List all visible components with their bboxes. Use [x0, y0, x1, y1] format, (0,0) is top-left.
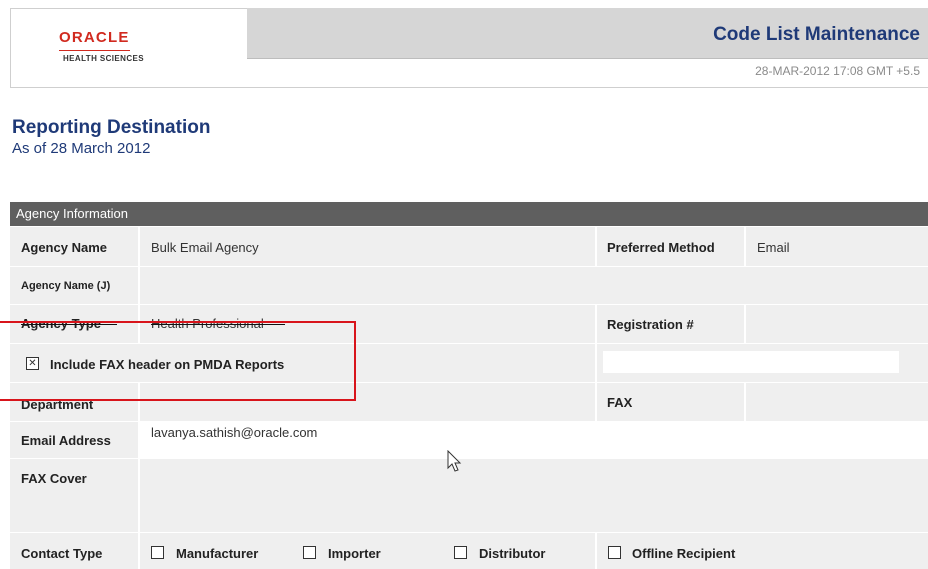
registration-field[interactable] [746, 305, 928, 343]
agency-name-field[interactable]: Bulk Email Agency [140, 227, 597, 266]
preferred-method-field[interactable]: Email [746, 227, 928, 266]
offline-recipient-checkbox[interactable] [608, 546, 621, 559]
distributor-checkbox[interactable] [454, 546, 467, 559]
app-title-bar: Code List Maintenance [247, 8, 928, 58]
agency-information-header: Agency Information [10, 202, 928, 226]
timestamp-bar: 28-MAR-2012 17:08 GMT +5.5 [247, 58, 928, 88]
timestamp: 28-MAR-2012 17:08 GMT +5.5 [755, 64, 920, 78]
page-subtitle: As of 28 March 2012 [12, 140, 151, 157]
page-title: Reporting Destination [12, 117, 211, 138]
offline-recipient-cell: Offline Recipient [597, 533, 928, 569]
contact-type-row: Contact Type Manufacturer Importer Distr… [10, 533, 928, 569]
importer-label[interactable]: Importer [328, 546, 381, 561]
fax-label: FAX [607, 395, 633, 410]
contact-type-options: Manufacturer Importer Distributor [140, 533, 597, 569]
fax-cover-field[interactable] [140, 459, 928, 532]
fax-header-input[interactable] [603, 351, 899, 373]
email-field[interactable]: lavanya.sathish@oracle.com [140, 422, 928, 458]
mouse-pointer-icon [447, 450, 462, 472]
distributor-label[interactable]: Distributor [479, 546, 545, 561]
logo-brand-text: ORACLE [59, 29, 130, 51]
agency-name-label: Agency Name [21, 240, 107, 255]
logo-subtitle-text: HEALTH SCIENCES [63, 54, 144, 63]
agency-name-label-cell: Agency Name [10, 227, 140, 266]
app-title: Code List Maintenance [713, 24, 920, 45]
registration-label: Registration # [607, 317, 694, 332]
offline-recipient-label[interactable]: Offline Recipient [632, 546, 735, 561]
email-row: Email Address lavanya.sathish@oracle.com [10, 422, 928, 459]
agency-name-j-label-cell: Agency Name (J) [10, 267, 140, 304]
manufacturer-checkbox[interactable] [151, 546, 164, 559]
contact-type-label-cell: Contact Type [10, 533, 140, 569]
highlight-callout-box [0, 321, 356, 401]
email-label: Email Address [21, 433, 111, 448]
importer-checkbox[interactable] [303, 546, 316, 559]
agency-name-j-row: Agency Name (J) [10, 267, 928, 305]
fax-cover-label-cell: FAX Cover [10, 459, 140, 532]
registration-label-cell: Registration # [597, 305, 746, 343]
agency-name-j-label: Agency Name (J) [21, 280, 111, 292]
email-label-cell: Email Address [10, 422, 140, 458]
fax-field[interactable] [746, 383, 928, 421]
fax-cover-row: FAX Cover [10, 459, 928, 533]
section-title: Agency Information [16, 206, 129, 221]
preferred-method-label: Preferred Method [607, 240, 715, 255]
oracle-health-sciences-logo: ORACLE HEALTH SCIENCES [10, 8, 248, 88]
agency-name-j-field[interactable] [140, 267, 928, 304]
fax-label-cell: FAX [597, 383, 746, 421]
preferred-method-label-cell: Preferred Method [597, 227, 746, 266]
fax-cover-label: FAX Cover [21, 471, 87, 486]
agency-name-row: Agency Name Bulk Email Agency Preferred … [10, 227, 928, 267]
manufacturer-label[interactable]: Manufacturer [176, 546, 258, 561]
preferred-method-value: Email [757, 240, 790, 255]
agency-name-value: Bulk Email Agency [151, 240, 259, 255]
contact-type-label: Contact Type [21, 546, 103, 561]
email-value: lavanya.sathish@oracle.com [151, 425, 318, 440]
